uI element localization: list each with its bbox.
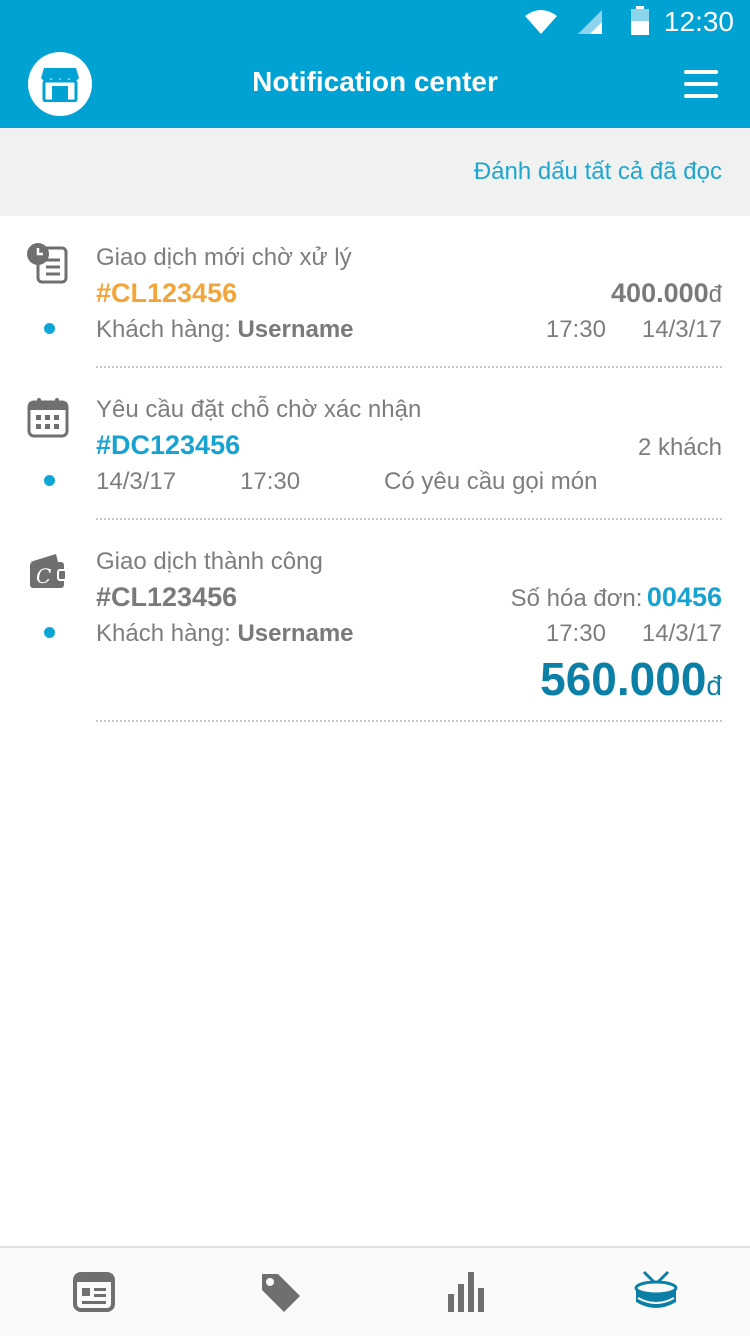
- transaction-total: 560.000đ: [540, 653, 722, 705]
- wallet-icon: C: [30, 554, 67, 588]
- status-time: 12:30: [663, 6, 734, 37]
- unread-indicator: [44, 627, 55, 638]
- drum-icon[interactable]: [634, 1270, 678, 1314]
- notification-item[interactable]: Yêu cầu đặt chỗ chờ xác nhận #DC123456 2…: [0, 388, 750, 522]
- divider: [96, 518, 722, 520]
- mark-all-read-link[interactable]: Đánh dấu tất cả đã đọc: [474, 158, 722, 186]
- transaction-code: #CL123456: [96, 582, 238, 612]
- notification-datetime: 17:30 14/3/17: [545, 316, 722, 343]
- bar-chart-icon[interactable]: [446, 1270, 490, 1314]
- notification-datetime: 17:30 14/3/17: [545, 620, 722, 647]
- page-title: Notification center: [252, 66, 498, 97]
- booking-note: Có yêu cầu gọi món: [384, 468, 598, 495]
- notification-title: Yêu cầu đặt chỗ chờ xác nhận: [96, 396, 422, 423]
- pending-receipt-icon: [27, 243, 68, 284]
- action-bar: Đánh dấu tất cả đã đọc: [0, 128, 750, 216]
- customer-info: Khách hàng: Username: [96, 620, 354, 647]
- booking-time: 17:30: [240, 468, 301, 495]
- app-bar: Notification center: [0, 44, 750, 128]
- notification-item[interactable]: C Giao dịch thành công #CL123456 Số hóa …: [0, 540, 750, 726]
- menu-icon: [684, 70, 718, 74]
- menu-button[interactable]: [684, 70, 718, 98]
- news-icon[interactable]: [72, 1270, 116, 1314]
- notification-title: Giao dịch thành công: [96, 548, 323, 575]
- booking-code: #DC123456: [96, 430, 241, 460]
- invoice-number: Số hóa đơn: 00456: [510, 582, 722, 612]
- cellular-signal-icon: [578, 10, 602, 34]
- svg-text:C: C: [36, 564, 51, 588]
- divider: [96, 720, 722, 722]
- customer-info: Khách hàng: Username: [96, 316, 354, 343]
- wifi-icon: [525, 10, 557, 34]
- transaction-code: #CL123456: [96, 278, 238, 308]
- battery-icon: [631, 6, 649, 35]
- booking-date: 14/3/17: [96, 468, 177, 495]
- unread-indicator: [44, 323, 55, 334]
- calendar-icon: [27, 398, 69, 438]
- tag-icon[interactable]: [258, 1270, 302, 1314]
- notification-title: Giao dịch mới chờ xử lý: [96, 244, 352, 271]
- unread-indicator: [44, 475, 55, 486]
- transaction-amount: 400.000đ: [611, 278, 722, 308]
- status-bar: 12:30: [0, 0, 750, 44]
- notification-item[interactable]: Giao dịch mới chờ xử lý #CL123456 400.00…: [0, 236, 750, 370]
- bottom-navigation: [0, 1246, 750, 1336]
- divider: [96, 366, 722, 368]
- guest-count: 2 khách: [637, 434, 722, 461]
